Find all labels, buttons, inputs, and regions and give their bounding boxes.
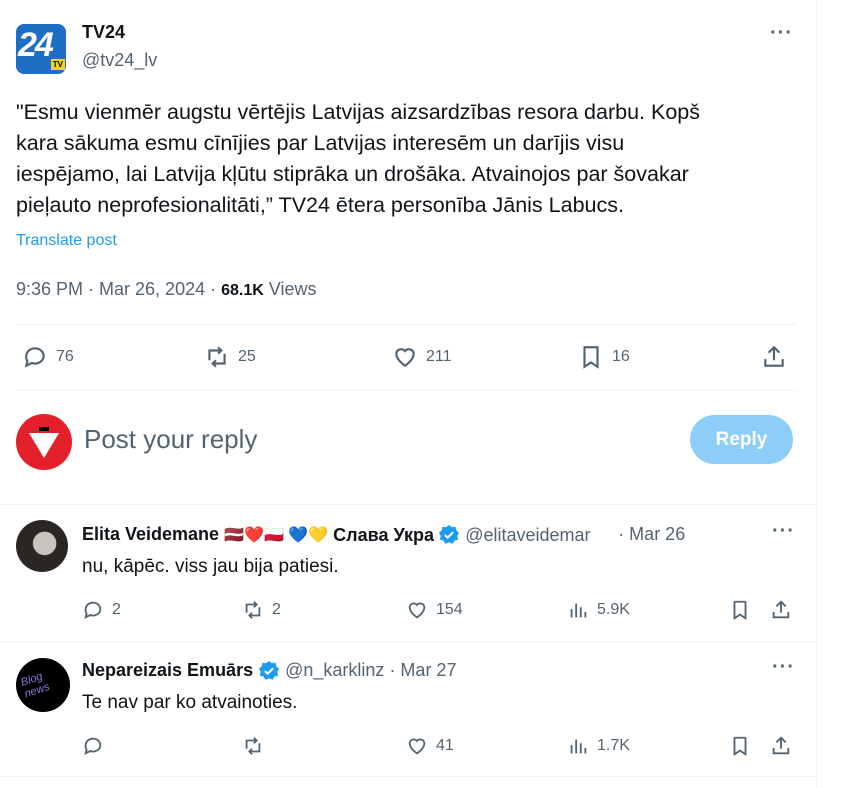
reply-button[interactable] bbox=[82, 735, 112, 757]
verified-icon bbox=[259, 661, 280, 680]
share-button[interactable] bbox=[770, 735, 792, 757]
share-button[interactable] bbox=[770, 599, 792, 621]
like-button[interactable]: 41 bbox=[406, 735, 454, 757]
reply-author-handle[interactable]: @elitaveidemar bbox=[465, 525, 613, 546]
bookmark-icon bbox=[583, 346, 599, 369]
main-column: 24 TV TV24 @tv24_lv ··· "Esmu vienmēr au… bbox=[0, 0, 817, 788]
share-icon bbox=[772, 736, 790, 755]
repost-count: 2 bbox=[272, 601, 281, 618]
heart-icon bbox=[408, 602, 426, 619]
reply-header: Elita Veidemane 🇱🇻❤️🇵🇱 💙💛 Слава Укра @el… bbox=[82, 524, 762, 550]
author-handle[interactable]: @tv24_lv bbox=[82, 50, 157, 71]
bookmark-icon bbox=[733, 600, 747, 620]
repost-button[interactable]: 2 bbox=[242, 599, 281, 621]
more-icon[interactable]: ··· bbox=[770, 22, 793, 45]
reply-submit-button[interactable]: Reply bbox=[690, 415, 793, 464]
bookmark-icon bbox=[733, 736, 747, 756]
reply-text: nu, kāpēc. viss jau bija patiesi. bbox=[82, 556, 339, 577]
bookmark-button[interactable]: 16 bbox=[578, 344, 630, 370]
post-time[interactable]: 9:36 PM · Mar 26, 2024 · bbox=[16, 279, 221, 299]
post-text-line: "Esmu vienmēr augstu vērtējis Latvijas a… bbox=[16, 100, 701, 124]
bookmark-count: 16 bbox=[612, 348, 630, 365]
heart-icon bbox=[408, 738, 426, 755]
post-text: "Esmu vienmēr augstu vērtējis Latvijas a… bbox=[16, 97, 806, 221]
reply-icon bbox=[84, 601, 102, 620]
divider bbox=[0, 776, 816, 777]
reply-date[interactable]: · Mar 26 bbox=[613, 524, 685, 544]
reply-author-name[interactable]: Elita Veidemane bbox=[82, 524, 219, 544]
post-text-line: kara sākuma esmu cīnījies par Latvijas i… bbox=[16, 131, 625, 155]
repost-count: 25 bbox=[238, 348, 256, 365]
views-button[interactable]: 5.9K bbox=[567, 599, 630, 621]
author-avatar[interactable]: 24 TV bbox=[16, 24, 66, 74]
reply-button[interactable]: 76 bbox=[22, 344, 74, 370]
reply-avatar-text: Blog news bbox=[19, 670, 52, 701]
bookmark-button[interactable] bbox=[729, 735, 751, 757]
reply-icon bbox=[24, 347, 45, 368]
views-count[interactable]: 68.1K bbox=[221, 282, 264, 299]
post-text-line: iespējamo, lai Latvija kļūtu stiprāka un… bbox=[16, 162, 689, 186]
post-text-line: pieļauto neprofesionalitāti,” TV24 ētera… bbox=[16, 193, 624, 217]
share-button[interactable] bbox=[761, 344, 787, 370]
reply-date[interactable]: · Mar 27 bbox=[384, 660, 456, 680]
repost-button[interactable]: 25 bbox=[204, 344, 256, 370]
divider bbox=[16, 324, 796, 325]
like-count: 154 bbox=[436, 601, 463, 618]
more-icon[interactable]: ··· bbox=[772, 520, 795, 543]
like-count: 211 bbox=[426, 348, 452, 365]
reply-author-name[interactable]: Nepareizais Emuārs bbox=[82, 660, 253, 680]
heart-icon bbox=[395, 348, 415, 367]
share-icon bbox=[764, 345, 784, 367]
reply-author-flags: 🇱🇻❤️🇵🇱 💙💛 bbox=[224, 527, 329, 544]
reply-count: 76 bbox=[56, 348, 74, 365]
avatar-logo-text: 24 bbox=[18, 26, 54, 64]
views-count: 5.9K bbox=[597, 601, 630, 618]
views-label: Views bbox=[263, 279, 317, 299]
reply-author-name-suffix: Слава Укра bbox=[333, 525, 434, 546]
divider bbox=[0, 504, 816, 505]
repost-icon bbox=[245, 737, 261, 755]
divider bbox=[0, 641, 816, 642]
reply-icon bbox=[84, 737, 102, 756]
avatar-badge: TV bbox=[50, 59, 65, 70]
post-meta: 9:36 PM · Mar 26, 2024 · 68.1K Views bbox=[16, 279, 317, 300]
like-button[interactable]: 211 bbox=[392, 344, 452, 370]
bookmark-button[interactable] bbox=[729, 599, 751, 621]
reply-button[interactable]: 2 bbox=[82, 599, 121, 621]
more-icon[interactable]: ··· bbox=[772, 656, 795, 679]
reply-author-handle[interactable]: @n_karklinz bbox=[285, 660, 384, 680]
repost-icon bbox=[208, 346, 226, 368]
user-avatar[interactable] bbox=[16, 414, 72, 470]
reply-count: 2 bbox=[112, 601, 121, 618]
reply-avatar[interactable]: Blog news bbox=[16, 658, 70, 712]
verified-icon bbox=[439, 525, 460, 544]
views-button[interactable]: 1.7K bbox=[567, 735, 630, 757]
reply-text: Te nav par ko atvainoties. bbox=[82, 692, 298, 713]
repost-icon bbox=[245, 601, 261, 619]
reply-header: Nepareizais Emuārs @n_karklinz · Mar 27 bbox=[82, 660, 456, 682]
like-count: 41 bbox=[436, 737, 454, 754]
repost-button[interactable] bbox=[242, 735, 272, 757]
translate-link[interactable]: Translate post bbox=[16, 232, 117, 250]
analytics-icon bbox=[570, 739, 587, 754]
user-avatar-logo-icon bbox=[29, 427, 59, 458]
views-count: 1.7K bbox=[597, 737, 630, 754]
analytics-icon bbox=[570, 603, 587, 618]
reply-input[interactable]: Post your reply bbox=[84, 424, 257, 455]
author-name[interactable]: TV24 bbox=[82, 22, 125, 43]
reply-avatar[interactable] bbox=[16, 520, 68, 572]
share-icon bbox=[772, 600, 790, 619]
divider bbox=[16, 390, 796, 391]
like-button[interactable]: 154 bbox=[406, 599, 463, 621]
